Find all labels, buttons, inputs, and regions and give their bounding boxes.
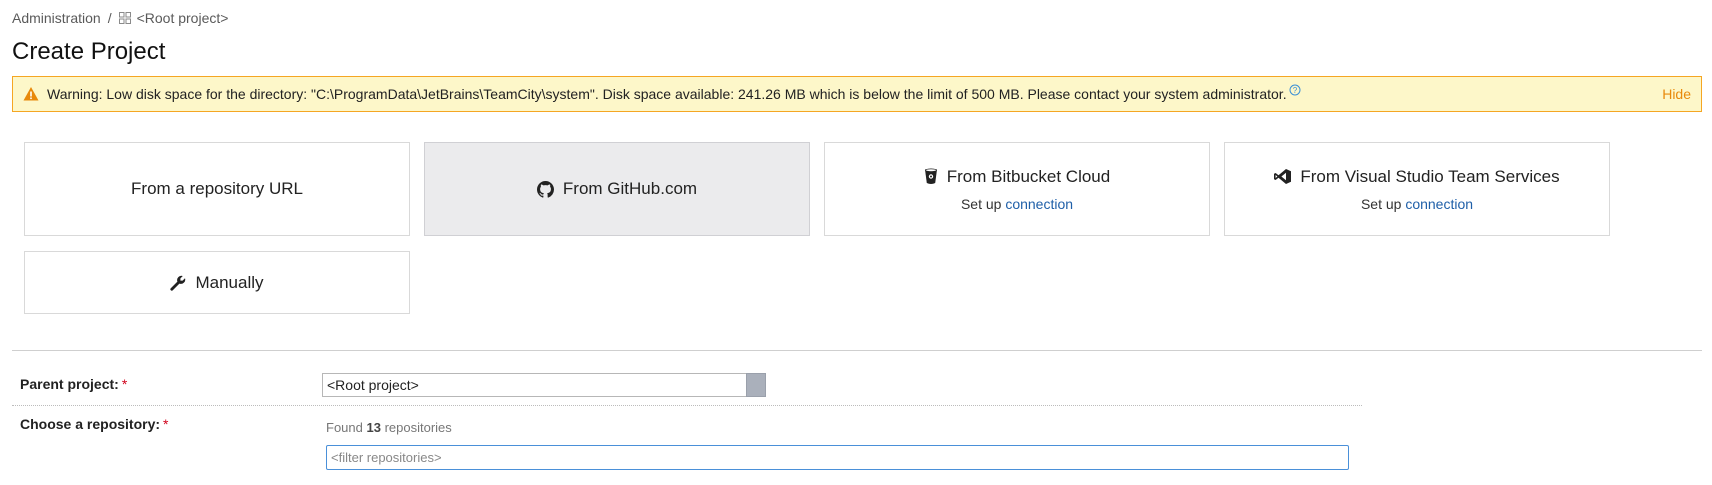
vsts-setup-prefix: Set up — [1360, 195, 1402, 212]
manually-label: Manually — [195, 272, 264, 292]
from-repository-url-label: From a repository URL — [131, 179, 303, 198]
manually-option[interactable]: Manually — [24, 251, 410, 314]
breadcrumb-administration-link[interactable]: Administration — [12, 10, 101, 26]
bitbucket-setup-text: Set up connection — [961, 196, 1073, 212]
vsts-setup-text: Set up connection — [1361, 196, 1473, 212]
bitbucket-icon — [924, 168, 937, 184]
dropdown-handle[interactable] — [746, 373, 766, 397]
choose-repository-label-text: Choose a repository: — [20, 416, 161, 432]
from-vsts-label: From Visual Studio Team Services — [1300, 166, 1560, 186]
bitbucket-connection-link[interactable]: connection — [1005, 196, 1073, 212]
parent-project-value: <Root project> — [327, 377, 419, 393]
from-github-option[interactable]: From GitHub.com — [424, 142, 810, 236]
row-separator — [12, 405, 1362, 406]
help-icon[interactable]: ? — [1289, 84, 1301, 96]
found-prefix: Found — [326, 420, 363, 435]
breadcrumb-separator: / — [107, 10, 112, 26]
vsts-connection-link[interactable]: connection — [1405, 196, 1473, 212]
required-marker: * — [121, 376, 128, 392]
choose-repository-label: Choose a repository: * — [20, 416, 168, 432]
wrench-icon — [170, 275, 186, 291]
from-vsts-option[interactable]: From Visual Studio Team Services Set up … — [1224, 142, 1610, 236]
project-grid-icon — [118, 12, 131, 24]
parent-project-label: Parent project: * — [20, 376, 127, 392]
repositories-found-text: Found 13 repositories — [326, 420, 452, 435]
breadcrumb-root-project-link[interactable]: <Root project> — [137, 10, 229, 26]
bitbucket-setup-prefix: Set up — [960, 195, 1002, 212]
hide-warning-link[interactable]: Hide — [1662, 86, 1691, 102]
low-disk-warning-banner: Warning: Low disk space for the director… — [12, 76, 1702, 112]
filter-repositories-input[interactable] — [326, 445, 1349, 470]
warning-message: Warning: Low disk space for the director… — [47, 86, 1287, 102]
found-count: 13 — [366, 420, 381, 435]
parent-project-select[interactable]: <Root project> — [322, 373, 766, 397]
parent-project-label-text: Parent project: — [20, 376, 119, 392]
from-github-label: From GitHub.com — [562, 179, 698, 198]
breadcrumb: Administration / <Root project> — [12, 10, 228, 26]
found-suffix: repositories — [384, 420, 452, 435]
visual-studio-icon — [1274, 169, 1292, 184]
svg-text:?: ? — [1292, 86, 1297, 95]
from-bitbucket-cloud-option[interactable]: From Bitbucket Cloud Set up connection — [824, 142, 1210, 236]
from-bitbucket-cloud-label: From Bitbucket Cloud — [946, 166, 1111, 186]
page-title: Create Project — [12, 38, 166, 65]
from-repository-url-option[interactable]: From a repository URL — [24, 142, 410, 236]
github-icon — [536, 180, 554, 198]
section-divider — [12, 350, 1702, 351]
required-marker: * — [163, 416, 169, 432]
warning-triangle-icon — [23, 87, 39, 101]
